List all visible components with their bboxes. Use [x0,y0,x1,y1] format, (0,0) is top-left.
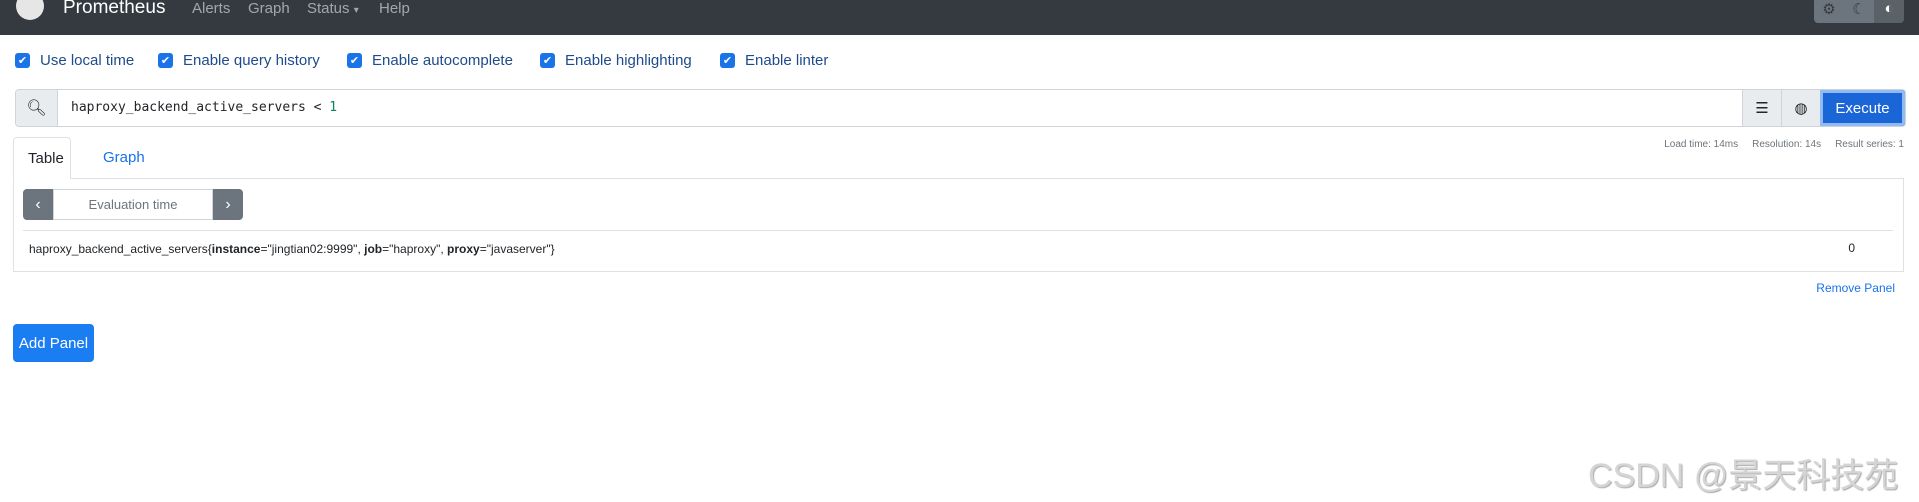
label-value: "jingtian02:9999" [267,242,358,256]
evaluation-time-group: ‹ Evaluation time › [23,189,243,220]
nav-help[interactable]: Help [379,0,410,17]
tab-table[interactable]: Table [13,137,71,179]
checkbox-checked-icon[interactable]: ✔ [347,53,362,68]
format-query-button[interactable]: ☰ [1742,90,1781,126]
series-value: 0 [1848,241,1855,255]
chevron-right-icon[interactable]: › [213,189,243,220]
remove-panel-link[interactable]: Remove Panel [1816,281,1895,295]
series-name: haproxy_backend_active_servers{instance=… [29,242,555,256]
table-panel: ‹ Evaluation time › haproxy_backend_acti… [13,178,1904,272]
table-row: haproxy_backend_active_servers{instance=… [23,231,1893,271]
label-key: instance [211,242,261,256]
label-key: job [364,242,383,256]
option-highlighting[interactable]: ✔ Enable highlighting [540,52,692,69]
caret-down-icon: ▾ [353,5,359,16]
query-bar: 🔍︎ haproxy_backend_active_servers < 1 ☰ … [15,89,1906,127]
chevron-left-icon[interactable]: ‹ [23,189,53,220]
indent-icon: ☰ [1755,100,1769,117]
result-series: Result series: 1 [1835,139,1904,150]
series-metric: haproxy_backend_active_servers [29,242,208,256]
option-label: Enable highlighting [565,52,692,69]
query-stats: Load time: 14ms Resolution: 14s Result s… [1664,139,1904,150]
option-label: Use local time [40,52,135,69]
query-input[interactable]: haproxy_backend_active_servers < 1 [58,90,1742,126]
moon-icon[interactable]: ☾ [1844,0,1874,23]
brand[interactable]: Prometheus [63,0,165,19]
option-autocomplete[interactable]: ✔ Enable autocomplete [347,52,513,69]
prometheus-logo-icon[interactable] [16,0,44,20]
load-time: Load time: 14ms [1664,139,1739,150]
add-panel-button[interactable]: Add Panel [13,324,94,362]
query-value: 1 [329,100,338,115]
checkbox-checked-icon[interactable]: ✔ [540,53,555,68]
globe-icon: ◍ [1794,100,1808,117]
contrast-icon[interactable]: ◐ [1874,0,1904,23]
option-linter[interactable]: ✔ Enable linter [720,52,828,69]
query-metric: haproxy_backend_active_servers [71,100,306,115]
query-operator: < [313,100,322,115]
evaluation-time-input[interactable]: Evaluation time [53,189,213,220]
navbar: Prometheus Alerts Graph Status ▾ Help ⚙ … [0,0,1919,35]
checkbox-checked-icon[interactable]: ✔ [158,53,173,68]
metrics-explorer-button[interactable]: ◍ [1781,90,1820,126]
watermark: CSDN @景天科技苑 [1588,457,1899,495]
option-label: Enable linter [745,52,829,69]
theme-toggle: ⚙ ☾ ◐ [1814,0,1904,23]
label-key: proxy [447,242,480,256]
option-label: Enable query history [183,52,320,69]
gear-icon[interactable]: ⚙ [1814,0,1844,23]
tab-graph[interactable]: Graph [89,137,159,179]
checkbox-checked-icon[interactable]: ✔ [720,53,735,68]
option-use-local-time[interactable]: ✔ Use local time [15,52,134,69]
execute-button[interactable]: Execute [1820,90,1905,126]
option-label: Enable autocomplete [372,52,513,69]
label-value: "haproxy" [389,242,441,256]
label-value: "javaserver" [486,242,551,256]
resolution: Resolution: 14s [1752,139,1822,150]
nav-status[interactable]: Status ▾ [307,0,359,17]
option-query-history[interactable]: ✔ Enable query history [158,52,320,69]
checkbox-checked-icon[interactable]: ✔ [15,53,30,68]
search-icon: 🔍︎ [16,90,58,126]
nav-alerts[interactable]: Alerts [192,0,230,17]
nav-graph[interactable]: Graph [248,0,290,17]
nav-status-label: Status [307,0,350,17]
